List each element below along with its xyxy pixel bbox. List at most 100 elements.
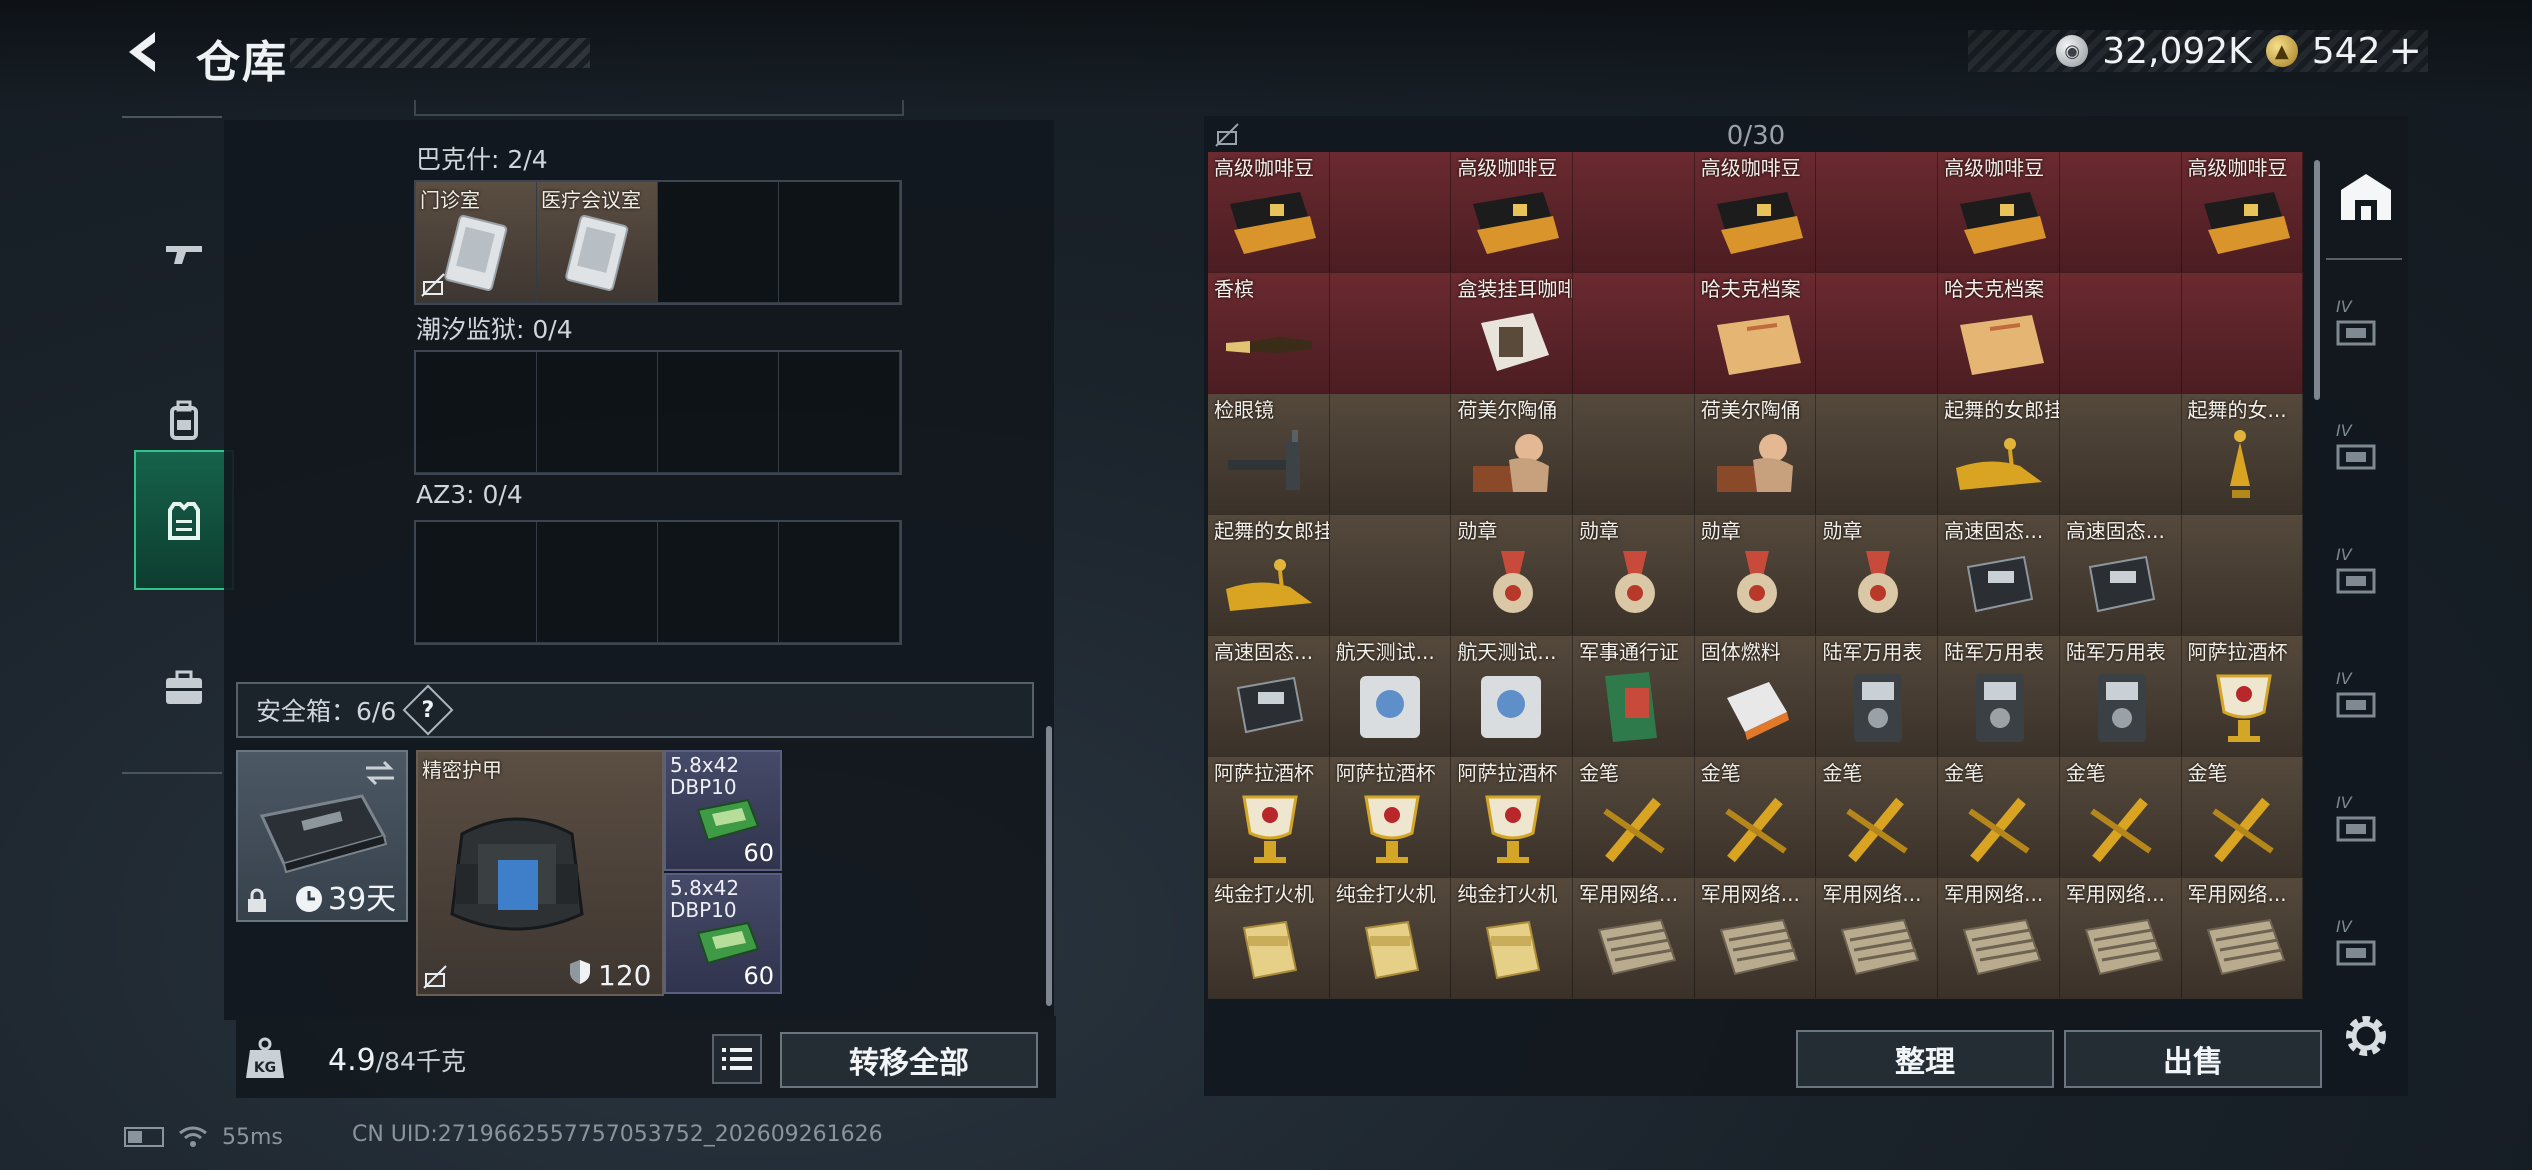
warehouse-tab[interactable] bbox=[2326, 156, 2406, 236]
storage-item-cell[interactable] bbox=[2059, 394, 2182, 515]
storage-item-cell[interactable]: 军用网络... bbox=[1816, 878, 1939, 999]
empty-slot[interactable] bbox=[779, 352, 900, 473]
safe-case-card[interactable]: 39天 bbox=[236, 750, 408, 922]
storage-item-cell[interactable]: 军用网络... bbox=[1573, 878, 1695, 999]
storage-item-cell[interactable]: 军用网络... bbox=[2059, 878, 2182, 999]
storage-item-cell[interactable]: 纯金打火机 bbox=[1329, 878, 1452, 999]
storage-tier-tab[interactable]: IV bbox=[2330, 266, 2398, 376]
sell-button[interactable]: 出售 bbox=[2064, 1030, 2322, 1088]
storage-item-cell[interactable]: 哈夫克档案 bbox=[1938, 273, 2060, 394]
storage-item-cell[interactable] bbox=[1329, 273, 1452, 394]
storage-item-cell[interactable]: 金笔 bbox=[1816, 757, 1939, 878]
storage-item-cell[interactable]: 金笔 bbox=[1694, 757, 1817, 878]
storage-item-cell[interactable] bbox=[2181, 273, 2304, 394]
storage-item-cell[interactable]: 高级咖啡豆 bbox=[1694, 152, 1817, 273]
storage-item-cell[interactable]: 纯金打火机 bbox=[1208, 878, 1330, 999]
storage-item-cell[interactable] bbox=[2059, 152, 2182, 273]
storage-item-cell[interactable]: 军用网络... bbox=[1694, 878, 1817, 999]
storage-item-cell[interactable]: 香槟 bbox=[1208, 273, 1330, 394]
storage-item-cell[interactable] bbox=[1573, 273, 1695, 394]
left-scrollbar[interactable] bbox=[1046, 726, 1052, 1006]
storage-tier-tab[interactable]: IV bbox=[2330, 390, 2398, 500]
add-currency-button[interactable]: + bbox=[2388, 28, 2422, 74]
storage-item-cell[interactable]: 荷美尔陶俑 bbox=[1451, 394, 1574, 515]
storage-item-cell[interactable]: 陆军万用表 bbox=[1938, 636, 2060, 757]
settings-gear-icon[interactable] bbox=[2340, 1010, 2392, 1062]
storage-item-cell[interactable] bbox=[1329, 152, 1452, 273]
storage-item-cell[interactable]: 金笔 bbox=[2059, 757, 2182, 878]
storage-item-cell[interactable] bbox=[1329, 394, 1452, 515]
help-button[interactable]: ? bbox=[402, 684, 454, 736]
storage-tier-tab[interactable]: IV bbox=[2330, 514, 2398, 624]
storage-item-cell[interactable]: 高级咖啡豆 bbox=[2181, 152, 2304, 273]
empty-slot[interactable] bbox=[416, 522, 537, 643]
storage-item-cell[interactable]: 阿萨拉酒杯 bbox=[2181, 636, 2304, 757]
sort-button[interactable]: 整理 bbox=[1796, 1030, 2054, 1088]
storage-item-cell[interactable]: 军用网络... bbox=[1938, 878, 2060, 999]
armor-card[interactable]: 精密护甲 120 bbox=[416, 750, 664, 996]
empty-slot[interactable] bbox=[658, 182, 779, 303]
storage-item-cell[interactable] bbox=[1816, 152, 1939, 273]
item-label: 陆军万用表 bbox=[1944, 640, 2045, 664]
storage-item-cell[interactable]: 航天测试... bbox=[1329, 636, 1452, 757]
key-card-cell[interactable]: 医疗会议室 bbox=[537, 182, 658, 303]
storage-item-cell[interactable]: 金笔 bbox=[2181, 757, 2304, 878]
storage-item-cell[interactable]: 勋章 bbox=[1694, 515, 1817, 636]
empty-slot[interactable] bbox=[658, 352, 779, 473]
empty-slot[interactable] bbox=[537, 352, 658, 473]
storage-item-cell[interactable] bbox=[1573, 394, 1695, 515]
storage-item-cell[interactable]: 检眼镜 bbox=[1208, 394, 1330, 515]
empty-slot[interactable] bbox=[779, 522, 900, 643]
storage-item-cell[interactable]: 金笔 bbox=[1938, 757, 2060, 878]
empty-slot[interactable] bbox=[658, 522, 779, 643]
ammo-card[interactable]: 5.8x42 DBP10 60 bbox=[664, 750, 782, 871]
storage-tier-tab[interactable]: IV bbox=[2330, 638, 2398, 748]
storage-item-cell[interactable]: 高速固态... bbox=[2059, 515, 2182, 636]
storage-item-cell[interactable]: 军用网络... bbox=[2181, 878, 2304, 999]
storage-item-cell[interactable]: 阿萨拉酒杯 bbox=[1208, 757, 1330, 878]
storage-item-cell[interactable]: 勋章 bbox=[1573, 515, 1695, 636]
storage-tier-tab[interactable]: IV bbox=[2330, 886, 2398, 996]
storage-item-cell[interactable]: 高级咖啡豆 bbox=[1208, 152, 1330, 273]
ammo-card[interactable]: 5.8x42 DBP10 60 bbox=[664, 873, 782, 994]
storage-item-cell[interactable]: 航天测试... bbox=[1451, 636, 1574, 757]
storage-item-cell[interactable]: 勋章 bbox=[1816, 515, 1939, 636]
right-scrollbar[interactable] bbox=[2314, 160, 2320, 400]
storage-item-cell[interactable]: 固体燃料 bbox=[1694, 636, 1817, 757]
storage-item-cell[interactable]: 阿萨拉酒杯 bbox=[1329, 757, 1452, 878]
storage-item-cell[interactable]: 起舞的女... bbox=[2181, 394, 2304, 515]
storage-item-cell[interactable]: 陆军万用表 bbox=[1816, 636, 1939, 757]
storage-item-cell[interactable]: 高级咖啡豆 bbox=[1451, 152, 1574, 273]
storage-item-cell[interactable] bbox=[1816, 394, 1939, 515]
storage-item-cell[interactable] bbox=[1573, 152, 1695, 273]
storage-item-cell[interactable]: 纯金打火机 bbox=[1451, 878, 1574, 999]
storage-item-cell[interactable]: 荷美尔陶俑 bbox=[1694, 394, 1817, 515]
storage-item-cell[interactable]: 勋章 bbox=[1451, 515, 1574, 636]
storage-item-cell[interactable]: 军事通行证 bbox=[1573, 636, 1695, 757]
storage-item-cell[interactable]: 金笔 bbox=[1573, 757, 1695, 878]
empty-slot[interactable] bbox=[416, 352, 537, 473]
nav-vest[interactable] bbox=[134, 450, 234, 590]
storage-item-cell[interactable]: 起舞的女郎挂饰 bbox=[1938, 394, 2060, 515]
storage-tier-tab[interactable]: IV bbox=[2330, 762, 2398, 872]
storage-item-cell[interactable]: 高速固态... bbox=[1938, 515, 2060, 636]
storage-item-cell[interactable] bbox=[2181, 515, 2304, 636]
storage-item-cell[interactable]: 阿萨拉酒杯 bbox=[1451, 757, 1574, 878]
list-view-button[interactable] bbox=[712, 1034, 762, 1084]
nav-firearm[interactable] bbox=[134, 184, 234, 324]
empty-slot[interactable] bbox=[779, 182, 900, 303]
storage-item-cell[interactable]: 盒装挂耳咖啡 bbox=[1451, 273, 1574, 394]
storage-item-cell[interactable]: 高速固态... bbox=[1208, 636, 1330, 757]
storage-item-cell[interactable]: 起舞的女郎挂饰 bbox=[1208, 515, 1330, 636]
nav-briefcase[interactable] bbox=[134, 618, 234, 758]
back-button[interactable] bbox=[118, 24, 168, 80]
storage-item-cell[interactable]: 高级咖啡豆 bbox=[1938, 152, 2060, 273]
transfer-all-button[interactable]: 转移全部 bbox=[780, 1032, 1038, 1088]
storage-item-cell[interactable] bbox=[2059, 273, 2182, 394]
storage-item-cell[interactable] bbox=[1816, 273, 1939, 394]
storage-item-cell[interactable]: 陆军万用表 bbox=[2059, 636, 2182, 757]
empty-slot[interactable] bbox=[537, 522, 658, 643]
storage-item-cell[interactable]: 哈夫克档案 bbox=[1694, 273, 1817, 394]
storage-item-cell[interactable] bbox=[1329, 515, 1452, 636]
key-card-cell[interactable]: 门诊室 bbox=[416, 182, 537, 303]
